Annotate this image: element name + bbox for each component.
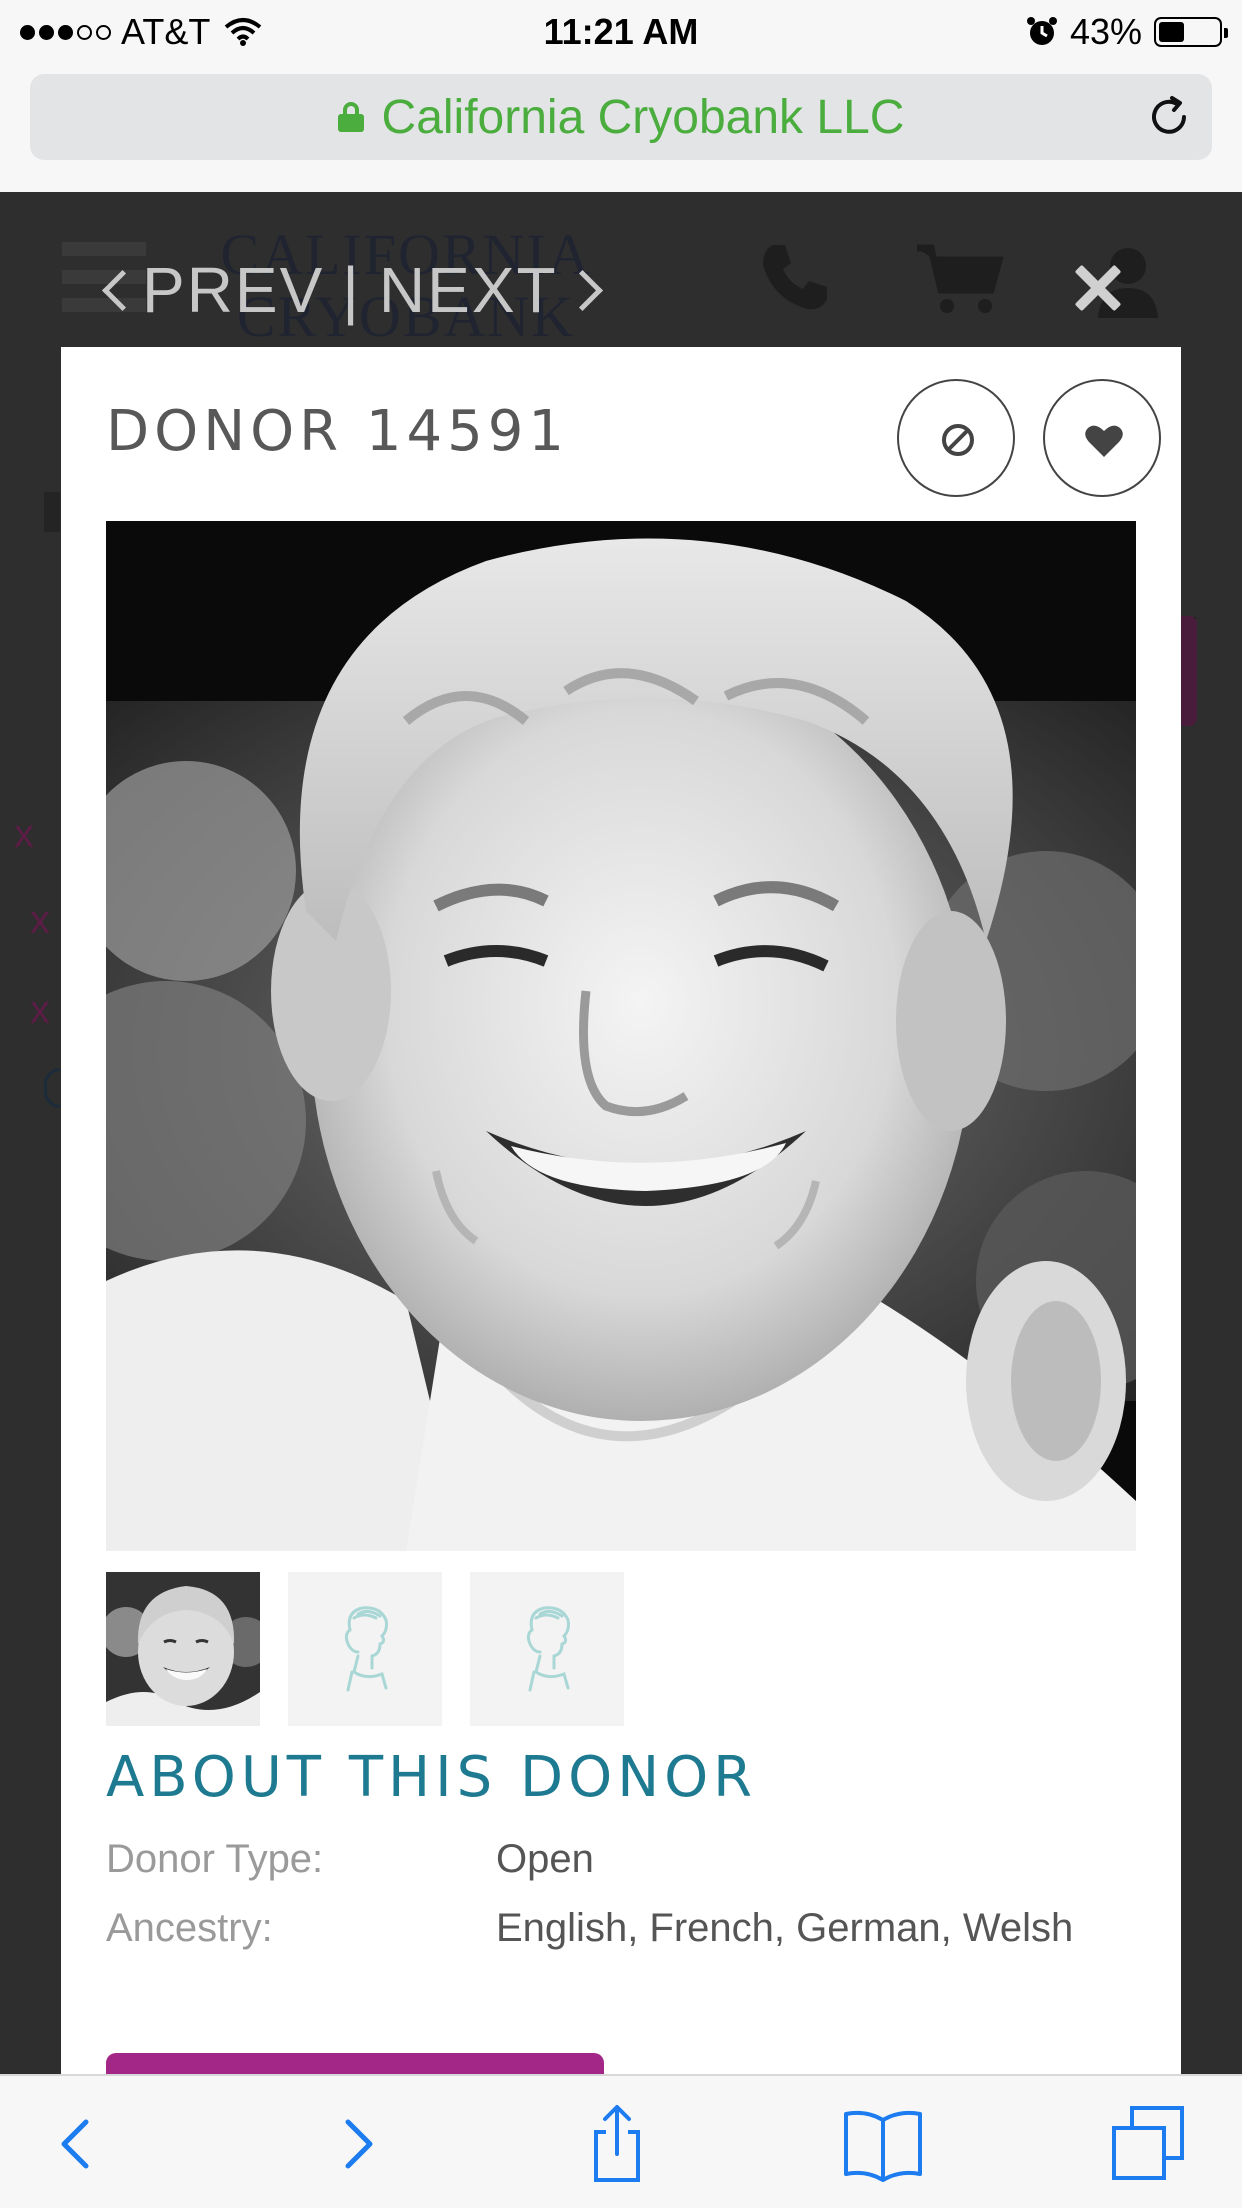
about-donor-heading: ABOUT THIS DONOR <box>106 1745 758 1810</box>
ancestry-label: Ancestry: <box>106 1906 273 1950</box>
cart-icon <box>917 244 1004 313</box>
donor-pagination: PREV | NEXT <box>100 250 600 330</box>
site-title[interactable]: California Cryobank LLC <box>382 90 905 145</box>
donor-type-value: Open <box>496 1837 594 1881</box>
donor-type-row: Donor Type: Open <box>106 1837 594 1882</box>
donor-photo-thumbnail <box>106 1572 260 1726</box>
browser-chrome: California Cryobank LLC <box>0 62 1242 192</box>
lock-icon <box>337 102 364 132</box>
photo-thumbnails <box>106 1572 624 1726</box>
donor-type-label: Donor Type: <box>106 1837 324 1881</box>
background-x-mark: x <box>14 812 34 856</box>
block-icon <box>942 424 974 456</box>
status-right: 43% <box>1026 10 1228 54</box>
donor-modal: DONOR 14591 ABOUT THIS DONOR Donor Type:… <box>61 347 1181 2074</box>
background-button-fragment <box>1181 616 1197 726</box>
background-x-mark: x <box>30 988 50 1032</box>
background-text-fragment <box>44 492 60 532</box>
chevron-left-icon[interactable] <box>100 267 128 313</box>
favorite-donor-button[interactable] <box>1043 379 1161 497</box>
child-silhouette-icon <box>526 1606 570 1692</box>
background-x-mark: x <box>30 898 50 942</box>
back-icon[interactable] <box>34 2104 124 2184</box>
photo-thumbnail[interactable] <box>106 1572 260 1726</box>
address-bar[interactable]: California Cryobank LLC <box>30 74 1212 160</box>
donor-photo[interactable] <box>106 521 1136 1551</box>
share-icon[interactable] <box>572 2104 662 2184</box>
child-silhouette-icon <box>344 1606 388 1692</box>
forward-icon[interactable] <box>310 2104 400 2184</box>
battery-percent: 43% <box>1069 11 1142 52</box>
chevron-right-icon[interactable] <box>572 267 600 313</box>
ancestry-value: English, French, German, Welsh <box>496 1906 1074 1950</box>
donor-action-button[interactable] <box>106 2053 604 2074</box>
photo-thumbnail-placeholder[interactable] <box>288 1572 442 1726</box>
hide-donor-button[interactable] <box>897 379 1015 497</box>
tabs-icon[interactable] <box>1104 2104 1194 2184</box>
close-icon[interactable] <box>1072 262 1122 312</box>
alarm-icon <box>1026 17 1057 45</box>
battery-level <box>1159 22 1184 42</box>
status-bar: AT&T 11:21 AM 43% <box>0 0 1242 62</box>
heart-icon <box>1085 425 1123 457</box>
reload-icon[interactable] <box>1146 94 1192 140</box>
phone-icon <box>763 245 827 310</box>
donor-title: DONOR 14591 <box>106 399 570 464</box>
prev-donor-link[interactable]: PREV <box>142 253 324 327</box>
browser-toolbar <box>0 2074 1242 2208</box>
bookmarks-icon[interactable] <box>838 2104 928 2184</box>
next-donor-link[interactable]: NEXT <box>379 253 558 327</box>
address-bar-content[interactable]: California Cryobank LLC <box>30 74 1212 160</box>
background-text-fragment <box>44 1068 60 1108</box>
ancestry-row: Ancestry: English, French, German, Welsh <box>106 1906 1073 1951</box>
photo-thumbnail-placeholder[interactable] <box>470 1572 624 1726</box>
pagination-separator: | <box>342 254 361 326</box>
battery-icon <box>1154 17 1228 47</box>
